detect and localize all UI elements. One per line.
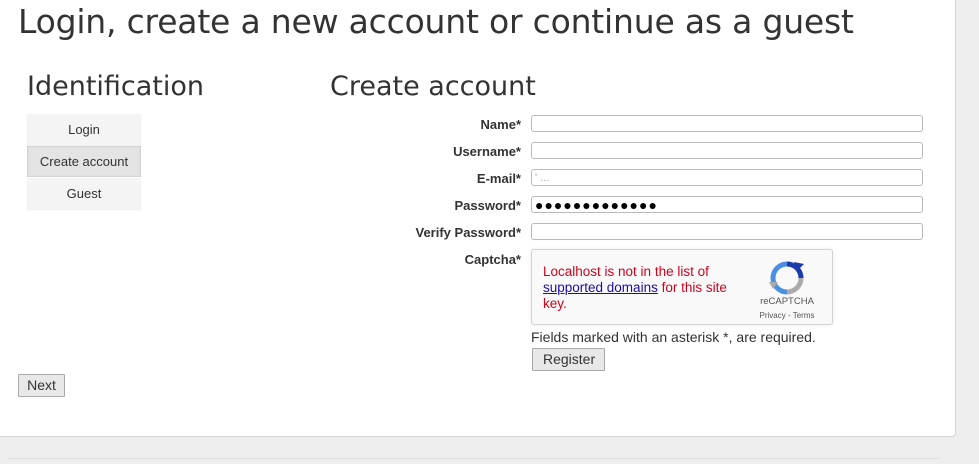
password-field[interactable]: [531, 196, 923, 213]
captcha-label: Captcha*: [464, 252, 521, 267]
identification-menu: Login Create account Guest: [27, 114, 141, 210]
create-account-title: Create account: [330, 71, 536, 102]
email-label: E-mail*: [476, 171, 521, 186]
recaptcha-widget[interactable]: Localhost is not in the list of supporte…: [531, 249, 833, 325]
verify-password-row: Verify Password*: [330, 223, 930, 243]
verify-password-field[interactable]: [531, 223, 923, 240]
username-row: Username*: [330, 142, 930, 162]
captcha-error-message: Localhost is not in the list of supporte…: [543, 264, 727, 311]
menu-item-guest[interactable]: Guest: [27, 178, 141, 209]
username-field[interactable]: [531, 142, 923, 159]
name-label: Name*: [480, 117, 521, 132]
recaptcha-brand: reCAPTCHA: [760, 296, 814, 307]
email-field[interactable]: [531, 169, 923, 186]
register-button[interactable]: Register: [532, 348, 605, 371]
next-button[interactable]: Next: [18, 374, 65, 397]
password-label: Password*: [454, 198, 521, 213]
recaptcha-privacy-terms[interactable]: Privacy - Terms: [752, 311, 822, 320]
name-row: Name*: [330, 115, 930, 135]
name-field[interactable]: [531, 115, 923, 132]
menu-item-login[interactable]: Login: [27, 114, 141, 145]
email-row: E-mail*: [330, 169, 930, 189]
page-title: Login, create a new account or continue …: [18, 2, 854, 41]
menu-item-create-account[interactable]: Create account: [27, 146, 141, 177]
footer-divider: [8, 458, 940, 459]
password-row: Password*: [330, 196, 930, 216]
identification-title: Identification: [27, 71, 205, 102]
main-panel: [0, 0, 956, 437]
recaptcha-logo-icon: [769, 261, 804, 295]
required-fields-note: Fields marked with an asterisk *, are re…: [531, 329, 816, 345]
verify-password-label: Verify Password*: [415, 225, 522, 240]
username-label: Username*: [453, 144, 521, 159]
supported-domains-link[interactable]: supported domains: [543, 280, 658, 295]
